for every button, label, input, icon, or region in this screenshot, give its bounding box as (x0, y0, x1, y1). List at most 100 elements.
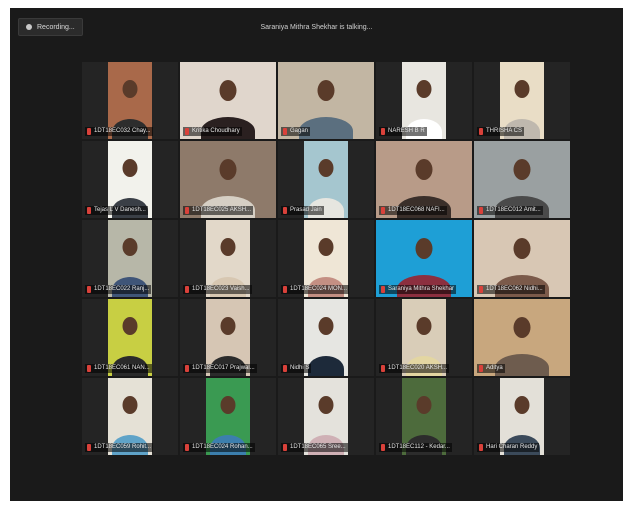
mic-muted-icon (479, 365, 483, 372)
participant-tile[interactable]: NARESH B R (376, 62, 472, 139)
participant-tile[interactable]: Kritika Choudhary (180, 62, 276, 139)
participant-name-label: Aditya (486, 365, 503, 371)
participant-tile[interactable]: Saraniya Mithra Shekhar (376, 220, 472, 297)
participant-tile[interactable]: Hari Charan Reddy (474, 378, 570, 455)
participant-tile[interactable]: 1DT18EC112 - Kedar... (376, 378, 472, 455)
participant-name-label: Tejas L V Danesh... (94, 207, 146, 213)
participant-name-label: THRISHA CS (486, 128, 523, 134)
participant-tile[interactable]: 1DT18EC032 Chay... (82, 62, 178, 139)
participant-name: 1DT18EC025 AKSH... (183, 206, 254, 215)
participant-tile[interactable]: Prasad Jain (278, 141, 374, 218)
participant-head (318, 238, 334, 257)
participant-name: Aditya (477, 364, 505, 373)
mic-muted-icon (185, 128, 189, 135)
participant-name-label: NARESH B R (388, 128, 425, 134)
participant-tile[interactable]: Gagan (278, 62, 374, 139)
participant-body (308, 356, 344, 376)
participant-head (514, 80, 530, 99)
participant-name-label: Prasad Jain (290, 207, 322, 213)
participant-head (513, 159, 531, 181)
mic-muted-icon (381, 286, 385, 293)
mic-muted-icon (479, 128, 483, 135)
mic-muted-icon (185, 365, 189, 372)
participant-tile[interactable]: 1DT18EC068 NAFI... (376, 141, 472, 218)
participant-tile[interactable]: Nidhi S (278, 299, 374, 376)
participant-head (219, 80, 237, 102)
participant-name-label: 1DT18EC012 Amit... (486, 207, 541, 213)
participant-name: NARESH B R (379, 127, 427, 136)
participant-name: 1DT18EC022 Ranj... (85, 285, 152, 294)
participant-tile[interactable]: 1DT18EC024 MON... (278, 220, 374, 297)
participant-tile[interactable]: 1DT18EC061 NAN... (82, 299, 178, 376)
participant-head (513, 317, 531, 339)
participant-tile[interactable]: Aditya (474, 299, 570, 376)
participant-head (220, 238, 236, 257)
participant-tile[interactable]: 1DT18EC022 Ranj... (82, 220, 178, 297)
participant-head (317, 80, 335, 102)
participant-name-label: 1DT18EC020 AKSH... (388, 365, 448, 371)
participant-name: 1DT18EC012 Amit... (477, 206, 543, 215)
participant-name: Hari Charan Reddy (477, 443, 540, 452)
participant-name-label: 1DT18EC024 Rohan... (192, 444, 253, 450)
participant-name-label: 1DT18EC022 Ranj... (94, 286, 150, 292)
participant-name: 1DT18EC065 Sree... (281, 443, 348, 452)
participant-head (416, 396, 432, 415)
participant-head (416, 317, 432, 336)
participant-tile[interactable]: 1DT18EC065 Sree... (278, 378, 374, 455)
participant-name: 1DT18EC023 Vaish... (183, 285, 252, 294)
mic-muted-icon (381, 128, 385, 135)
mic-muted-icon (283, 365, 287, 372)
participant-name: 1DT18EC024 Rohan... (183, 443, 255, 452)
participant-name: 1DT18EC059 Rohit... (85, 443, 154, 452)
participant-tile[interactable]: 1DT18EC012 Amit... (474, 141, 570, 218)
participant-name-label: 1DT18EC061 NAN... (94, 365, 150, 371)
participant-name-label: 1DT18EC062 Nidhi... (486, 286, 543, 292)
participant-name-label: 1DT18EC112 - Kedar... (388, 444, 450, 450)
participant-name: Gagan (281, 127, 311, 136)
participant-tile[interactable]: THRISHA CS (474, 62, 570, 139)
participant-name-label: Nidhi S (290, 365, 310, 371)
participant-head (122, 80, 138, 99)
mic-muted-icon (381, 444, 385, 451)
participant-name: Nidhi S (281, 364, 312, 373)
mic-muted-icon (185, 286, 189, 293)
meeting-window: Recording... Saraniya Mithra Shekhar is … (10, 8, 623, 501)
participant-name: 1DT18EC068 NAFI... (379, 206, 447, 215)
participant-head (318, 396, 334, 415)
participant-tile[interactable]: 1DT18EC023 Vaish... (180, 220, 276, 297)
participant-name-label: Hari Charan Reddy (486, 444, 538, 450)
participant-head (318, 159, 334, 178)
participant-tile[interactable]: Tejas L V Danesh... (82, 141, 178, 218)
mic-muted-icon (381, 207, 385, 214)
participant-head (415, 238, 433, 260)
participant-name: Kritika Choudhary (183, 127, 242, 136)
participant-tile[interactable]: 1DT18EC024 Rohan... (180, 378, 276, 455)
participant-name: 1DT18EC017 Prajwal... (183, 364, 257, 373)
participant-tile[interactable]: 1DT18EC025 AKSH... (180, 141, 276, 218)
participant-tile[interactable]: 1DT18EC017 Prajwal... (180, 299, 276, 376)
participant-name-label: 1DT18EC024 MON... (290, 286, 348, 292)
mic-muted-icon (87, 207, 91, 214)
participant-tile[interactable]: 1DT18EC059 Rohit... (82, 378, 178, 455)
participant-name-label: Kritika Choudhary (192, 128, 240, 134)
participant-name: 1DT18EC112 - Kedar... (379, 443, 452, 452)
participant-name-label: 1DT18EC032 Chay... (94, 128, 151, 134)
participant-head (514, 396, 530, 415)
mic-muted-icon (479, 286, 483, 293)
mic-muted-icon (381, 365, 385, 372)
talking-indicator: Saraniya Mithra Shekhar is talking... (260, 24, 373, 31)
participant-tile[interactable]: 1DT18EC062 Nidhi... (474, 220, 570, 297)
mic-muted-icon (283, 128, 287, 135)
mic-muted-icon (479, 207, 483, 214)
participant-name-label: 1DT18EC059 Rohit... (94, 444, 152, 450)
participant-tile[interactable]: 1DT18EC020 AKSH... (376, 299, 472, 376)
participant-head (318, 317, 334, 336)
participant-name: THRISHA CS (477, 127, 525, 136)
participant-name-label: 1DT18EC068 NAFI... (388, 207, 445, 213)
mic-muted-icon (87, 365, 91, 372)
participant-name: 1DT18EC062 Nidhi... (477, 285, 545, 294)
participant-head (219, 159, 237, 181)
participant-head (122, 396, 138, 415)
participant-name: 1DT18EC020 AKSH... (379, 364, 450, 373)
participant-name: Saraniya Mithra Shekhar (379, 285, 457, 294)
